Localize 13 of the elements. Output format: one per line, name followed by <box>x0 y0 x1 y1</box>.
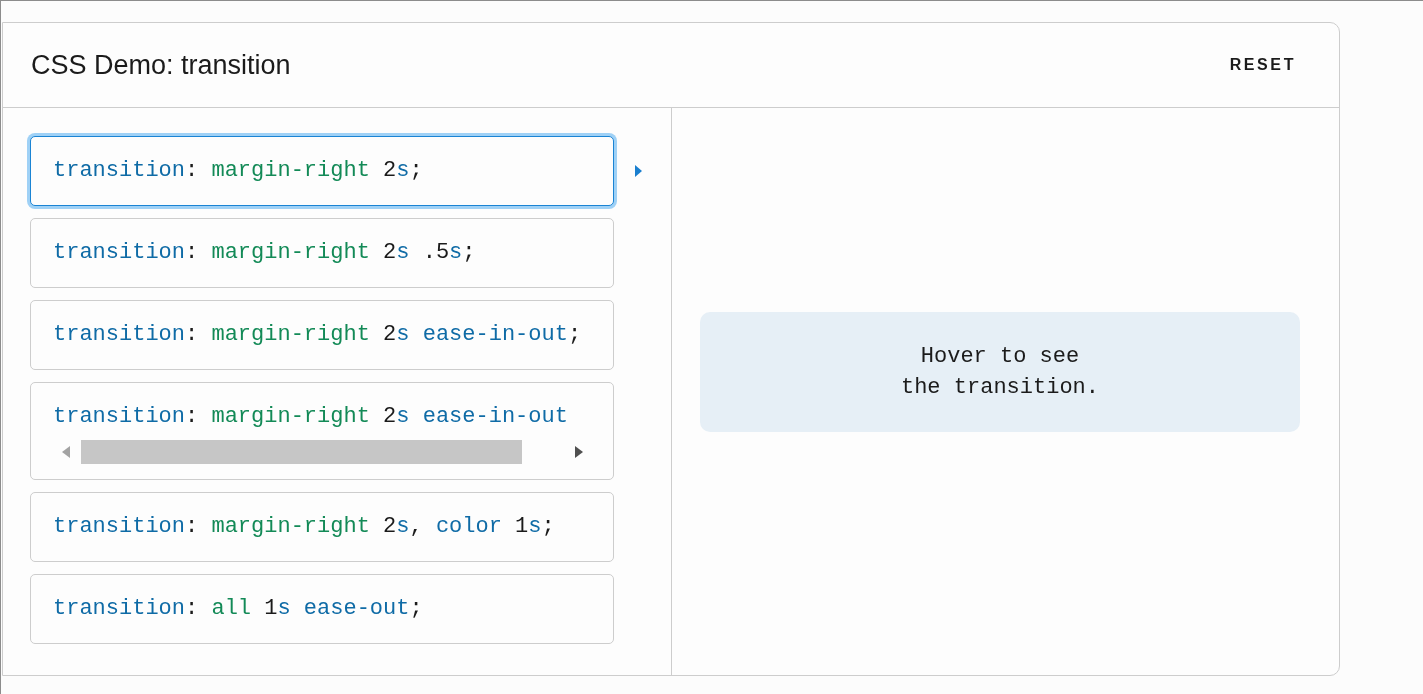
reset-button[interactable]: RESET <box>1229 50 1296 80</box>
code-example-option[interactable]: transition: margin-right 2s .5s; <box>30 218 614 288</box>
code-example-option[interactable]: transition: margin-right 2s, color 1s; <box>30 492 614 562</box>
scrollbar-thumb[interactable] <box>81 440 522 464</box>
code-example-option[interactable]: transition: margin-right 2s; <box>30 136 614 206</box>
code-example-option[interactable]: transition: all 1s ease-out; <box>30 574 614 644</box>
code-example-option[interactable]: transition: margin-right 2s ease-in-out; <box>30 300 614 370</box>
code-example-option[interactable]: transition: margin-right 2s ease-in-out <box>30 382 614 480</box>
triangle-pointer-icon <box>635 165 642 177</box>
hover-hint-text: Hover to see the transition. <box>899 342 1100 402</box>
scroll-left-arrow-icon[interactable] <box>62 446 70 458</box>
scroll-right-arrow-icon[interactable] <box>575 446 583 458</box>
demo-title: CSS Demo: transition <box>31 49 291 81</box>
